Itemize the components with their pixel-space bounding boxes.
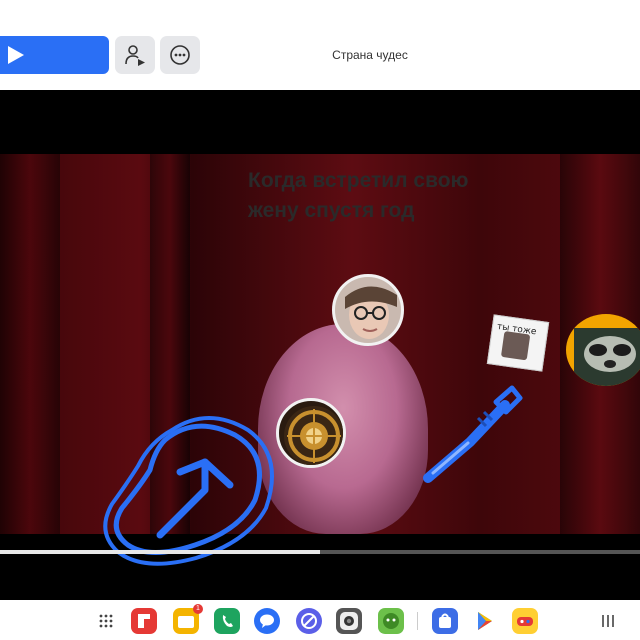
play-store-icon[interactable] — [472, 608, 498, 634]
recents-icon[interactable] — [600, 614, 616, 628]
more-button[interactable] — [160, 36, 200, 74]
page-title: Страна чудес — [332, 48, 408, 62]
play-icon — [8, 46, 24, 64]
game-launcher-icon[interactable] — [378, 608, 404, 634]
game-icon[interactable] — [512, 608, 538, 634]
person-play-icon — [125, 45, 145, 66]
video-progress-bar[interactable] — [0, 550, 640, 554]
drawing-overlay — [103, 385, 523, 566]
notification-badge: 1 — [193, 604, 203, 614]
messages-icon[interactable] — [254, 608, 280, 634]
apps-grid-icon[interactable] — [98, 613, 114, 629]
play-button[interactable] — [0, 36, 109, 74]
person-play-button[interactable] — [115, 36, 155, 74]
video-progress-fill — [0, 550, 320, 554]
top-bar: Страна чудес — [0, 0, 640, 90]
taskbar-separator — [417, 612, 418, 630]
phone-icon[interactable] — [214, 608, 240, 634]
my-files-icon[interactable]: 1 — [173, 604, 203, 634]
camera-icon[interactable] — [336, 608, 362, 634]
flipboard-icon[interactable] — [131, 608, 157, 634]
galaxy-store-icon[interactable] — [432, 608, 458, 634]
video-player[interactable]: Когда встретил свою жену спустя год ты т… — [0, 90, 640, 600]
taskbar: 1 — [0, 600, 640, 640]
toothbrush-drawing — [423, 385, 523, 483]
more-horizontal-icon — [170, 45, 190, 65]
steak-drawing — [103, 416, 274, 566]
internet-icon[interactable] — [296, 608, 322, 634]
